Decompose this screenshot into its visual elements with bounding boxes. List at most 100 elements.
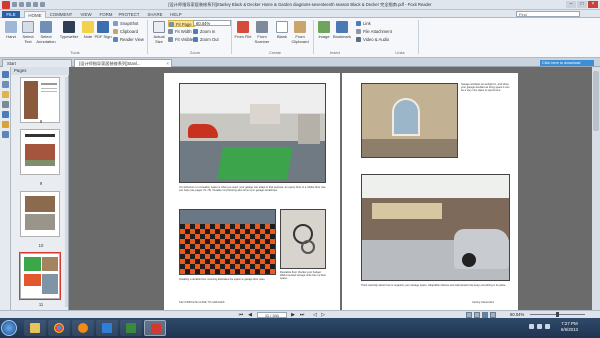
fit-width-button[interactable]: Fit Width xyxy=(168,28,192,35)
bookmark-icon xyxy=(336,21,348,33)
pages-panel-header: Pages xyxy=(11,67,69,75)
image-icon xyxy=(318,21,330,33)
page-thumbnail[interactable] xyxy=(20,191,60,237)
fit-page-button[interactable]: Fit Page xyxy=(168,20,195,28)
tab-comment[interactable]: COMMENT xyxy=(49,11,73,18)
note-icon xyxy=(82,21,94,33)
file-attachment-button[interactable]: File Attachment xyxy=(356,28,392,35)
scrollbar-thumb[interactable] xyxy=(593,71,599,131)
bookmark-button[interactable]: Bookmark xyxy=(332,21,352,49)
actual-size-button[interactable]: Actual Size xyxy=(150,21,168,49)
maxthon-icon xyxy=(102,323,112,333)
find-input[interactable]: Find xyxy=(516,11,580,17)
tab-share[interactable]: SHARE xyxy=(146,11,164,18)
video-audio-button[interactable]: Video & Audio xyxy=(356,36,389,43)
save-icon[interactable] xyxy=(19,2,24,7)
from-clipboard-button[interactable]: From Clipboard xyxy=(289,21,311,49)
tab-help[interactable]: HELP xyxy=(168,11,184,18)
ribbon-home: Hand Select Text Select Annotation Typew… xyxy=(0,18,600,58)
download-notice[interactable]: Click here to download xyxy=(540,60,594,66)
pages-panel-scrollbar[interactable] xyxy=(65,77,68,307)
taskbar-foxit-reader[interactable] xyxy=(144,320,166,336)
zoom-field[interactable]: 60.04% xyxy=(193,20,231,26)
link-icon xyxy=(356,21,361,27)
garage-recreation-photo xyxy=(179,83,326,183)
pages-panel-icon[interactable] xyxy=(2,71,9,78)
tab-file[interactable]: FILE xyxy=(2,11,20,18)
network-icon[interactable] xyxy=(529,324,534,329)
group-label-zoom: Zoom xyxy=(189,50,201,55)
volume-icon[interactable] xyxy=(537,324,542,329)
fit-visible-button[interactable]: Fit Visible xyxy=(168,36,193,43)
vertical-scrollbar[interactable] xyxy=(592,67,600,310)
tab-view[interactable]: VIEW xyxy=(78,11,94,18)
flag-icon[interactable] xyxy=(545,324,550,329)
from-scanner-button[interactable]: From Scanner xyxy=(251,21,273,49)
reader-view-button[interactable]: Reader View xyxy=(113,36,144,43)
layers-panel-icon[interactable] xyxy=(2,101,9,108)
tab-start[interactable]: Start xyxy=(2,59,72,67)
print-icon[interactable] xyxy=(26,2,31,7)
taskbar-explorer[interactable] xyxy=(24,320,46,336)
maximize-button[interactable]: □ xyxy=(577,1,587,8)
select-annotation-icon xyxy=(40,21,52,33)
image-button[interactable]: Image xyxy=(315,21,333,49)
hand-tool-button[interactable]: Hand xyxy=(2,21,20,49)
snapshot-icon xyxy=(113,21,118,27)
chrome-icon xyxy=(54,323,64,333)
from-file-button[interactable]: From File xyxy=(234,21,252,49)
quick-access-toolbar xyxy=(12,2,60,8)
actual-size-icon xyxy=(153,21,165,33)
scanner-icon xyxy=(256,21,268,33)
link-button[interactable]: Link xyxy=(356,20,371,27)
select-text-icon xyxy=(22,21,34,33)
ribbon-separator xyxy=(231,20,232,54)
clipboard-button[interactable]: Clipboard xyxy=(113,28,138,35)
media-player-icon xyxy=(78,323,88,333)
foxit-app-icon[interactable] xyxy=(2,1,10,9)
snapshot-button[interactable]: SnapShot xyxy=(113,20,138,27)
page-thumbnail-selected[interactable] xyxy=(19,252,61,300)
security-panel-icon[interactable] xyxy=(2,121,9,128)
select-text-button[interactable]: Select Text xyxy=(19,21,37,49)
document-canvas[interactable]: If a workroom or recreation space is wha… xyxy=(69,67,600,310)
attachments-panel-icon[interactable] xyxy=(2,111,9,118)
taskbar-media[interactable] xyxy=(72,320,94,336)
minimize-button[interactable]: – xyxy=(566,1,576,8)
signatures-panel-icon[interactable] xyxy=(2,131,9,138)
system-tray xyxy=(529,324,550,329)
zoom-slider-handle[interactable] xyxy=(556,312,559,317)
tab-home[interactable]: HOME xyxy=(24,11,46,18)
start-button[interactable] xyxy=(1,320,17,336)
tab-protect[interactable]: PROTECT xyxy=(118,11,140,18)
taskbar-chrome[interactable] xyxy=(48,320,70,336)
pdf-sign-button[interactable]: PDF Sign xyxy=(94,21,112,49)
status-bar: ⏮ ◀ 11 / 341 ▶ ⏭ ◁ ▷ 60.04% xyxy=(0,310,600,318)
comments-panel-icon[interactable] xyxy=(2,91,9,98)
group-label-tools: Tools xyxy=(70,50,80,55)
taskbar-maxthon[interactable] xyxy=(96,320,118,336)
document-tab-bar: Start [设计师指导家居装修系列]Stanl... × xyxy=(0,58,600,67)
from-clipboard-icon xyxy=(294,21,306,33)
group-label-links: Links xyxy=(395,50,405,55)
page-folio: 8 ■ COMPLETE GUIDE TO GARAGES xyxy=(179,301,225,304)
taskbar-clock[interactable]: 7:27 PM 6/6/2013 xyxy=(561,321,578,333)
bookmarks-panel-icon[interactable] xyxy=(2,81,9,88)
tab-document[interactable]: [设计师指导家居装修系列]Stanl... × xyxy=(74,59,172,67)
tab-form[interactable]: FORM xyxy=(98,11,114,18)
taskbar-app[interactable] xyxy=(120,320,142,336)
page-number-label: 11 xyxy=(38,302,44,307)
redo-icon[interactable] xyxy=(40,2,45,7)
typewriter-button[interactable]: Typewriter xyxy=(58,21,80,49)
select-annotation-button[interactable]: Select Annotation xyxy=(36,21,56,49)
garage-window-photo xyxy=(361,83,458,158)
page-thumbnail[interactable] xyxy=(20,77,60,123)
zoom-out-button[interactable]: Zoom Out xyxy=(193,36,219,43)
close-button[interactable]: × xyxy=(588,1,598,8)
navigation-panel-strip xyxy=(0,67,11,310)
open-icon[interactable] xyxy=(12,2,17,7)
undo-icon[interactable] xyxy=(33,2,38,7)
pdf-from-file-icon xyxy=(237,21,249,33)
page-thumbnail[interactable] xyxy=(20,129,60,175)
zoom-in-button[interactable]: Zoom In xyxy=(193,28,215,35)
